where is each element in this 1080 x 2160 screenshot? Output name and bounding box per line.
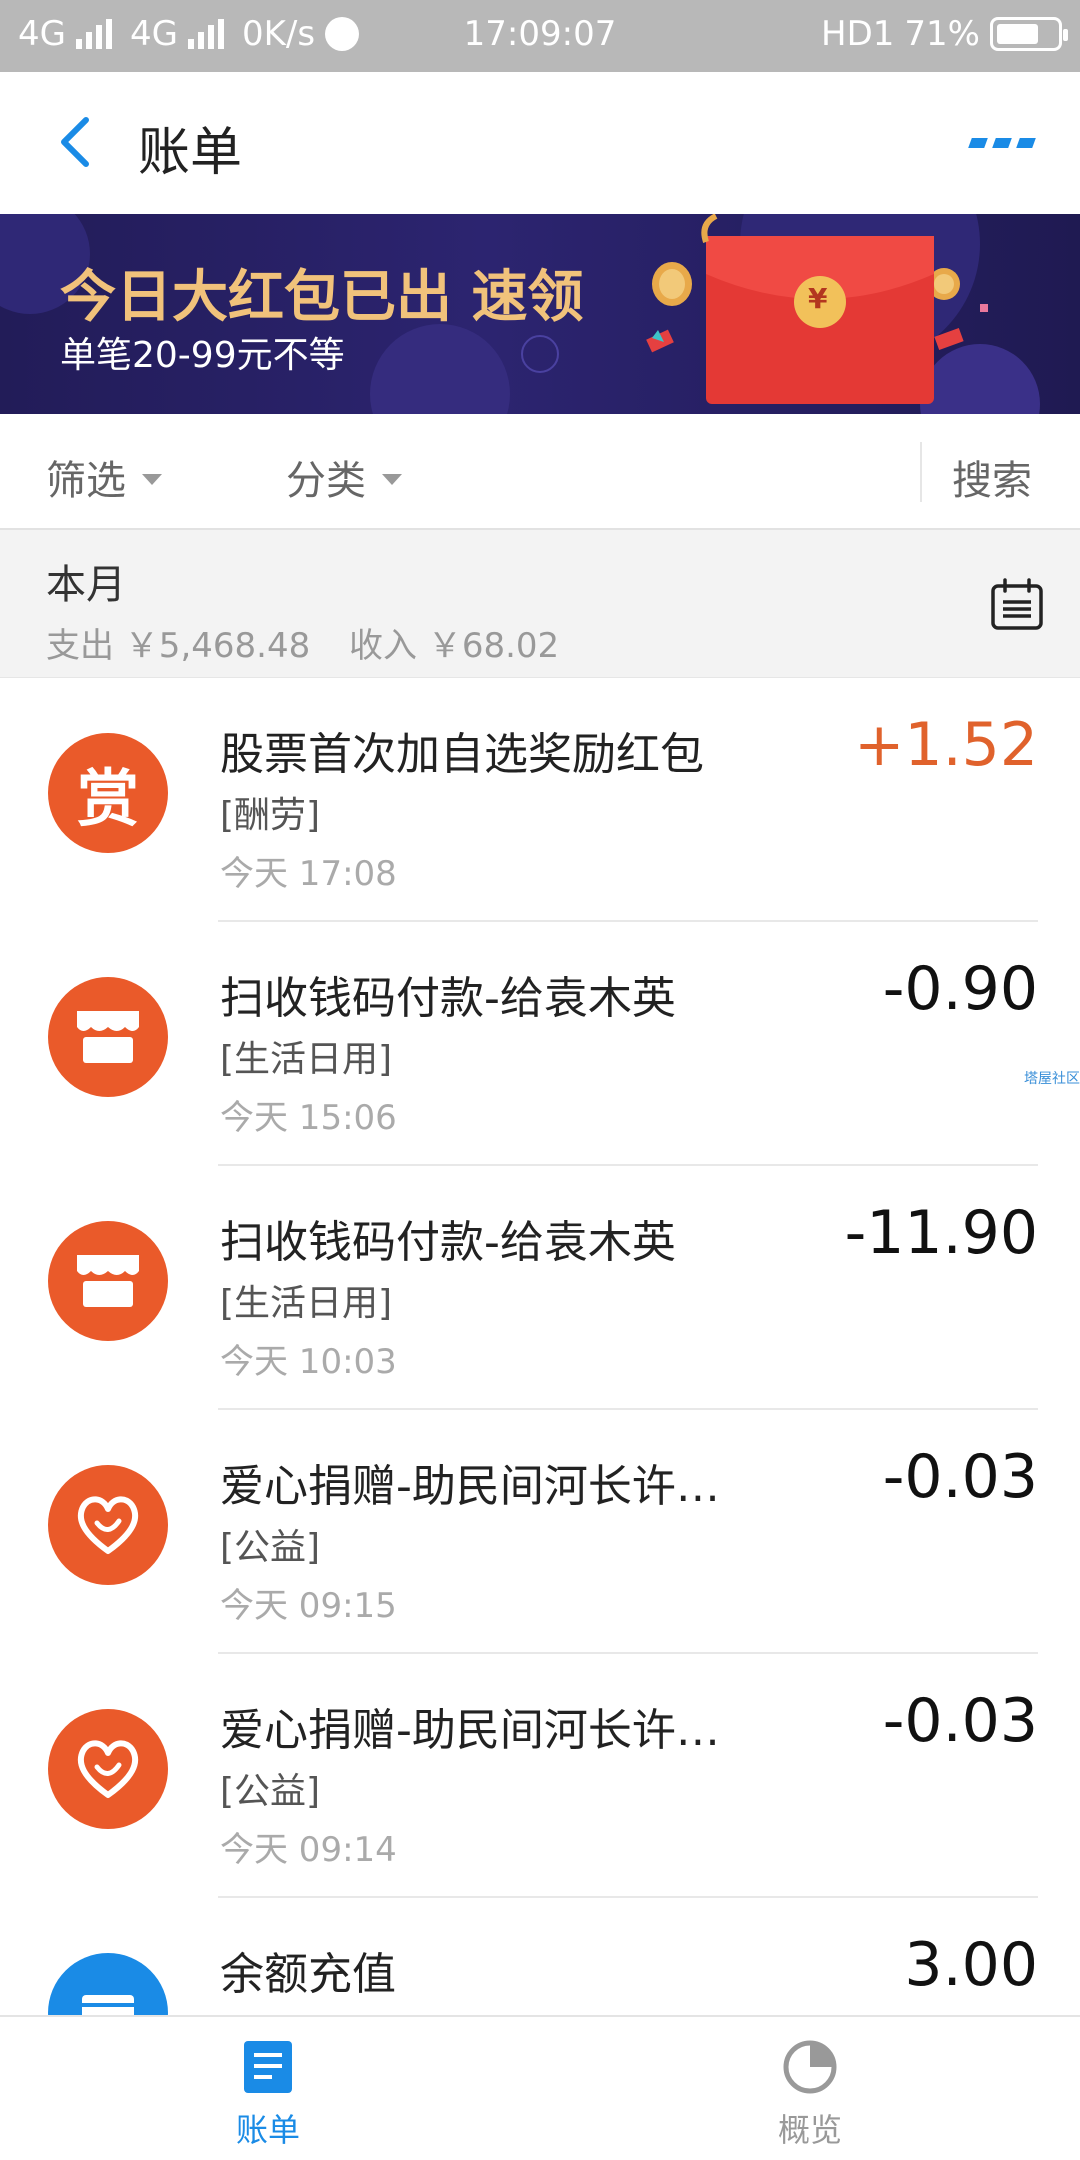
- transaction-time: 今天 09:15: [220, 1586, 397, 1626]
- reward-icon: 赏: [48, 733, 168, 853]
- filter-label: 筛选: [46, 458, 126, 504]
- banner-subtitle: 单笔20-99元不等: [60, 335, 345, 376]
- transaction-row[interactable]: 赏 股票首次加自选奖励红包 [酬劳] 今天 17:08 +1.52: [0, 678, 1080, 922]
- caret-down-icon: [382, 473, 402, 485]
- transaction-name: 爱心捐赠-助民间河长许…: [220, 1461, 720, 1512]
- divider: [920, 442, 922, 502]
- tab-overview-label: 概览: [777, 2111, 842, 2149]
- transaction-row[interactable]: 爱心捐赠-助民间河长许… [公益] 今天 09:15 -0.03: [0, 1410, 1080, 1654]
- filter-bar: 筛选 分类 搜索: [0, 414, 1080, 530]
- income-total: 收入 ￥68.02: [349, 626, 560, 666]
- transaction-name: 扫收钱码付款-给袁木英: [220, 973, 676, 1024]
- shop-icon: [48, 1221, 168, 1341]
- tab-bill[interactable]: 账单: [168, 2039, 368, 2151]
- nav-header: 账单: [0, 72, 1080, 214]
- transaction-amount: 3.00: [904, 1930, 1038, 2000]
- transaction-time: 今天 17:08: [220, 854, 397, 894]
- transaction-name: 爱心捐赠-助民间河长许…: [220, 1705, 720, 1756]
- shop-icon: [48, 977, 168, 1097]
- transaction-amount: -0.90: [882, 954, 1038, 1024]
- transaction-category: [公益]: [220, 1527, 321, 1568]
- transaction-row[interactable]: 扫收钱码付款-给袁木英 [生活日用] 今天 15:06 -0.90 塔屋社区: [0, 922, 1080, 1166]
- category-dropdown[interactable]: 分类: [286, 448, 402, 506]
- more-options-icon[interactable]: [968, 128, 1036, 158]
- caret-down-icon: [142, 473, 162, 485]
- transaction-list: 赏 股票首次加自选奖励红包 [酬劳] 今天 17:08 +1.52 扫收钱码付款…: [0, 678, 1080, 2142]
- transaction-amount: +1.52: [854, 710, 1038, 780]
- charity-heart-icon: [48, 1465, 168, 1585]
- expense-total: 支出 ￥5,468.48: [46, 626, 311, 666]
- transaction-name: 股票首次加自选奖励红包: [220, 729, 704, 780]
- transaction-name: 扫收钱码付款-给袁木英: [220, 1217, 676, 1268]
- filter-dropdown[interactable]: 筛选: [46, 448, 162, 506]
- month-label: 本月: [46, 562, 126, 608]
- watermark: 塔屋社区: [1024, 1071, 1080, 1087]
- hd-indicator: HD1: [821, 14, 895, 54]
- bottom-tab-bar: 账单 概览: [0, 2015, 1080, 2160]
- tab-bill-label: 账单: [235, 2111, 300, 2149]
- transaction-category: [公益]: [220, 1771, 321, 1812]
- status-right: HD1 71%: [821, 14, 1068, 54]
- search-button[interactable]: 搜索: [952, 448, 1032, 506]
- tab-overview[interactable]: 概览: [710, 2039, 910, 2151]
- transaction-time: 今天 15:06: [220, 1098, 397, 1138]
- back-arrow-icon[interactable]: [48, 112, 108, 172]
- battery-icon: [990, 17, 1068, 51]
- envelope-yen-symbol: ¥: [808, 282, 828, 315]
- transaction-time: 今天 10:03: [220, 1342, 397, 1382]
- page-title: 账单: [138, 123, 243, 183]
- transaction-category: [生活日用]: [220, 1283, 393, 1324]
- transaction-amount: -0.03: [882, 1686, 1038, 1756]
- transaction-time: 今天 09:14: [220, 1830, 397, 1870]
- banner-title: 今日大红包已出 速领: [60, 265, 584, 330]
- transaction-row[interactable]: 扫收钱码付款-给袁木英 [生活日用] 今天 10:03 -11.90: [0, 1166, 1080, 1410]
- charity-heart-icon: [48, 1709, 168, 1829]
- month-summary: 本月 支出 ￥5,468.48 收入 ￥68.02: [0, 530, 1080, 678]
- transaction-row[interactable]: 爱心捐赠-助民间河长许… [公益] 今天 09:14 -0.03: [0, 1654, 1080, 1898]
- transaction-amount: -11.90: [844, 1198, 1038, 1268]
- battery-percent: 71%: [904, 14, 980, 54]
- transaction-amount: -0.03: [882, 1442, 1038, 1512]
- status-bar: 4G 4G 0K/s 17:09:07 HD1 71%: [0, 0, 1080, 72]
- category-label: 分类: [286, 458, 366, 504]
- promo-banner[interactable]: 今日大红包已出 速领 单笔20-99元不等 ¥: [0, 214, 1080, 414]
- month-stats: 支出 ￥5,468.48 收入 ￥68.02: [46, 618, 587, 667]
- calendar-icon[interactable]: [990, 578, 1044, 632]
- bill-list-icon: [244, 2041, 292, 2093]
- transaction-name: 余额充值: [220, 1949, 396, 2000]
- transaction-category: [生活日用]: [220, 1039, 393, 1080]
- transaction-category: [酬劳]: [220, 795, 321, 836]
- pie-chart-icon: [783, 2040, 837, 2094]
